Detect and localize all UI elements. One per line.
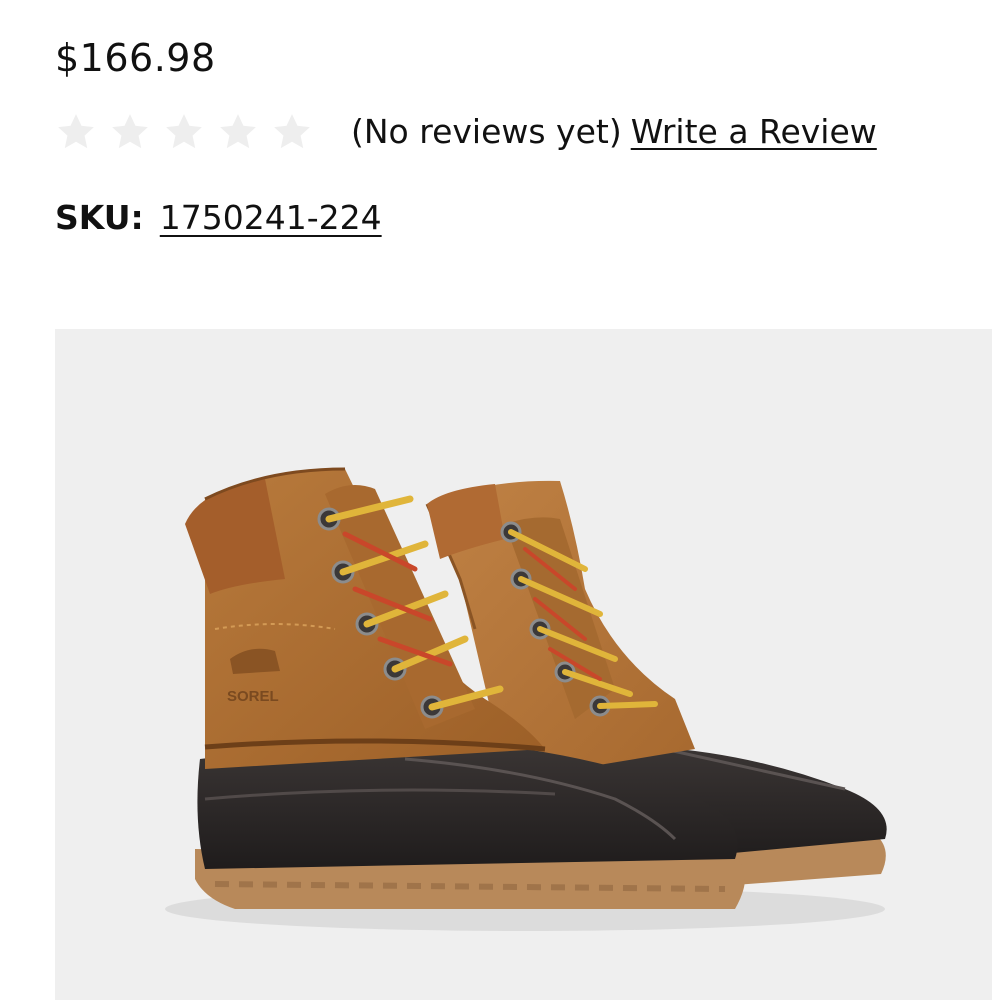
review-count-text: (No reviews yet) — [351, 112, 622, 151]
brand-mark: SOREL — [227, 688, 279, 705]
star-icon[interactable] — [271, 111, 313, 153]
star-rating — [55, 111, 313, 153]
sku-row: SKU: 1750241-224 — [55, 194, 382, 242]
sku-label: SKU: — [55, 198, 144, 237]
product-image[interactable]: SOREL — [55, 329, 992, 1000]
star-icon[interactable] — [109, 111, 151, 153]
boots-illustration: SOREL — [165, 467, 887, 931]
product-price: $166.98 — [55, 36, 216, 80]
star-icon[interactable] — [217, 111, 259, 153]
star-icon[interactable] — [163, 111, 205, 153]
sku-value-link[interactable]: 1750241-224 — [160, 194, 382, 242]
write-review-link[interactable]: Write a Review — [631, 110, 877, 154]
rating-row: (No reviews yet) Write a Review — [55, 106, 955, 158]
star-icon[interactable] — [55, 111, 97, 153]
